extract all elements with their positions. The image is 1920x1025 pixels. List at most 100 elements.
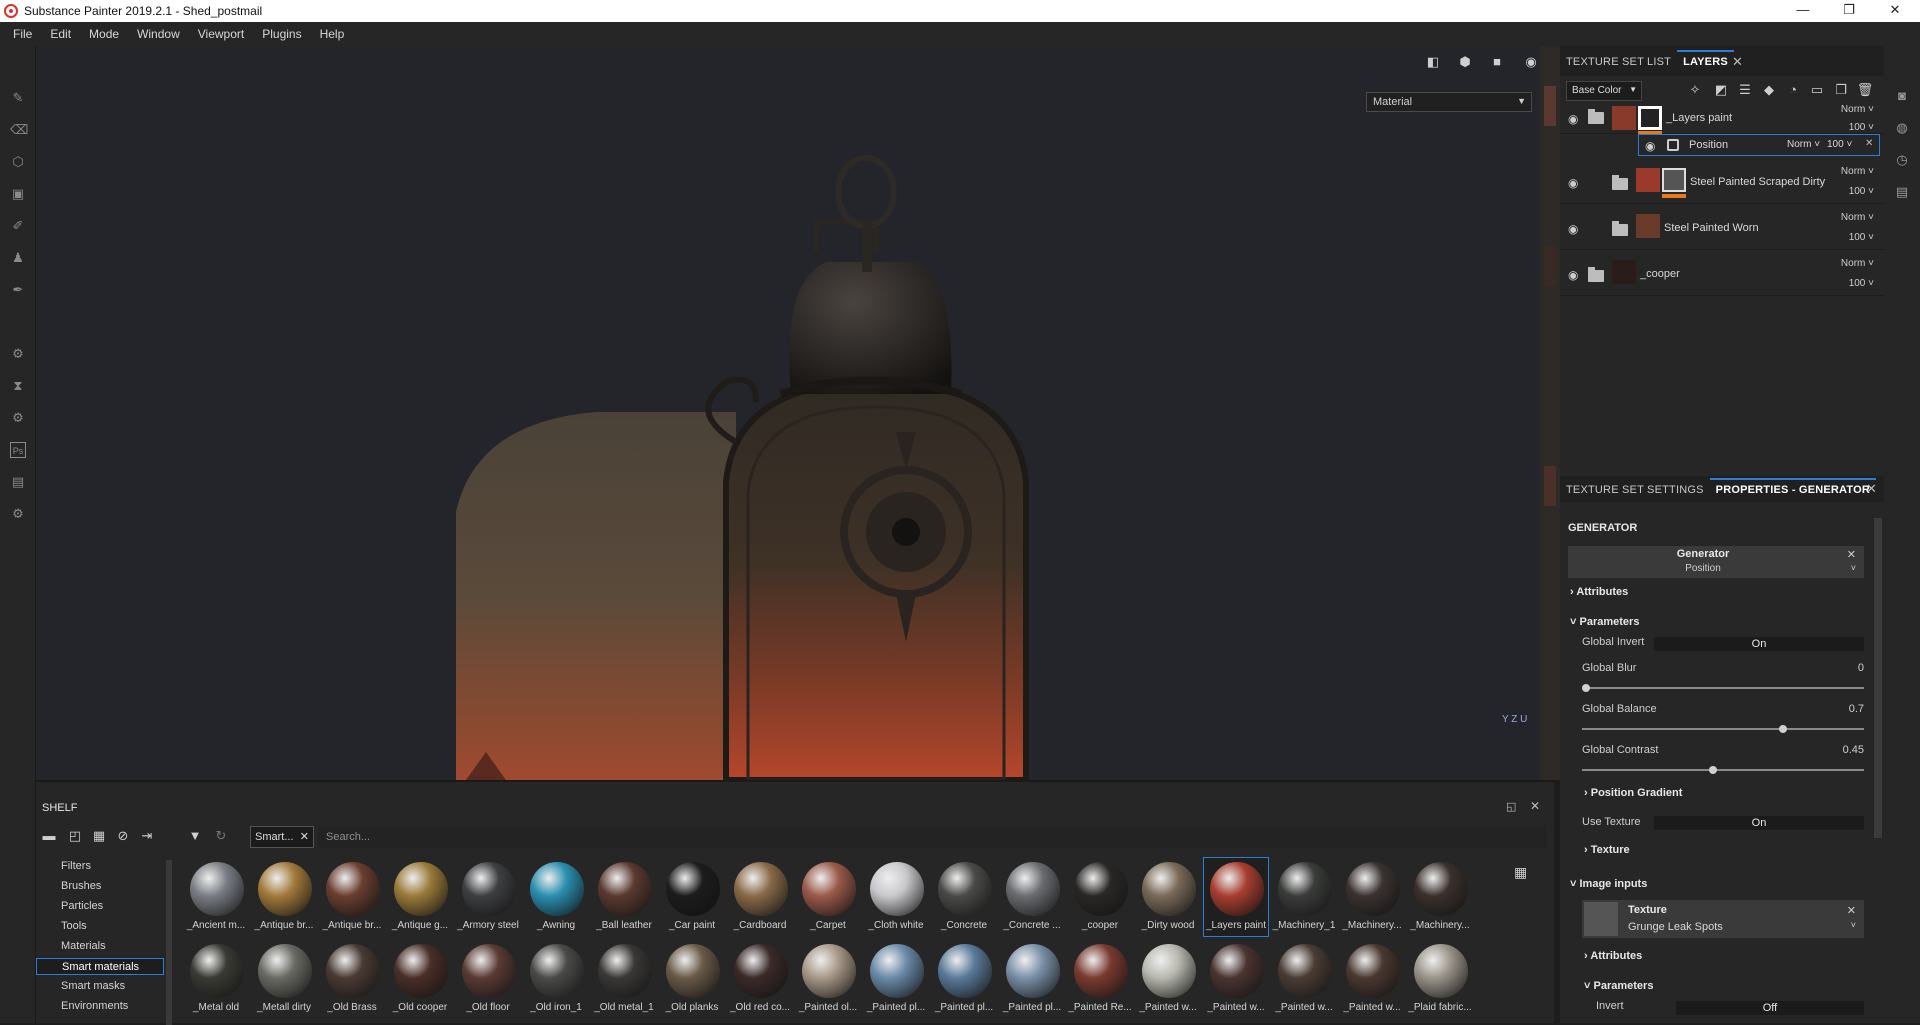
settings-icon[interactable]: ⚙ <box>10 410 26 426</box>
category-environments[interactable]: Environments <box>36 998 164 1015</box>
shelf-item[interactable]: _Old Brass <box>320 940 384 1018</box>
smudge-icon[interactable]: ✐ <box>10 218 26 234</box>
shelf-item[interactable]: _Old iron_1 <box>524 940 588 1018</box>
image-inputs-toggle[interactable]: ˅ Image inputs <box>1570 878 1894 890</box>
use-texture-toggle[interactable]: On <box>1654 816 1864 830</box>
eye-icon[interactable]: ◉ <box>1568 176 1584 190</box>
global-invert-toggle[interactable]: On <box>1654 637 1864 651</box>
projection-icon[interactable]: ⬡ <box>10 154 26 170</box>
shelf-item[interactable]: _Metal old <box>184 940 248 1018</box>
shelf-item[interactable]: _Ancient m... <box>184 858 248 936</box>
layer-blend-mode[interactable]: Norm ˅ <box>1841 212 1874 223</box>
chevron-down-icon[interactable]: ˅ <box>1851 563 1856 573</box>
category-smart-materials[interactable]: Smart materials <box>36 958 164 975</box>
shelf-item[interactable]: _Painted w... <box>1204 940 1268 1018</box>
global-blur-value[interactable]: 0 <box>1840 662 1864 674</box>
shelf-item[interactable]: _Painted Re... <box>1068 940 1132 1018</box>
view-cube-icon[interactable]: ⬢ <box>1454 54 1476 74</box>
history-icon[interactable]: ◷ <box>1894 152 1910 168</box>
layer-opacity[interactable]: 100 ˅ <box>1849 186 1874 197</box>
layer-opacity[interactable]: 100 ˅ <box>1849 232 1874 243</box>
close-icon[interactable]: ✕ <box>1847 904 1856 917</box>
menu-file[interactable]: File <box>4 27 41 41</box>
close-icon[interactable]: ✕ <box>300 830 309 843</box>
layer-opacity[interactable]: 100 ˅ <box>1827 139 1852 150</box>
shelf-item[interactable]: _Cloth white <box>864 858 928 936</box>
shelf-item[interactable]: _Concrete ... <box>1000 858 1064 936</box>
shelf-search-input[interactable]: Search... <box>318 826 1546 848</box>
screenshot-icon[interactable]: ◉ <box>1520 54 1540 74</box>
category-particles[interactable]: Particles <box>36 898 164 915</box>
attributes2-toggle[interactable]: › Attributes <box>1584 950 1908 962</box>
export-icon[interactable]: ▤ <box>10 474 26 490</box>
camera-icon[interactable]: ■ <box>1486 54 1508 74</box>
menu-edit[interactable]: Edit <box>41 27 80 41</box>
eye-icon[interactable]: ◉ <box>1568 268 1584 282</box>
categories-scrollbar[interactable] <box>166 860 172 1025</box>
eye-icon[interactable]: ◉ <box>1568 112 1584 126</box>
polygon-fill-icon[interactable]: ▣ <box>10 186 26 202</box>
eraser-icon[interactable]: ⌫ <box>10 122 28 138</box>
global-contrast-slider[interactable] <box>1582 766 1864 774</box>
shelf-item[interactable]: _Machinery... <box>1408 858 1472 936</box>
viewport-3d[interactable]: ◧ ⬢ ■ ◉ Material ▼ Y Z U <box>36 46 1540 780</box>
shelf-item[interactable]: _Antique g... <box>388 858 452 936</box>
category-filters[interactable]: Filters <box>36 858 164 875</box>
parameters-toggle[interactable]: ˅ Parameters <box>1570 616 1894 628</box>
save-icon[interactable]: ▦ <box>90 828 108 846</box>
grid-view-icon[interactable]: ▦ <box>1514 864 1530 880</box>
image-input-texture[interactable]: Texture Grunge Leak Spots ✕ ˅ <box>1582 900 1864 938</box>
shelf-item[interactable]: _Old red co... <box>728 940 792 1018</box>
shelf-item[interactable]: _Painted w... <box>1272 940 1336 1018</box>
minimize-button[interactable]: — <box>1780 0 1826 22</box>
layer-row-steel-painted-worn[interactable]: ◉ Steel Painted Worn Norm ˅ 100 ˅ <box>1560 204 1884 250</box>
new-item-icon[interactable]: ◰ <box>66 828 84 846</box>
shelf-item[interactable]: _Antique br... <box>320 858 384 936</box>
category-smart-masks[interactable]: Smart masks <box>36 978 164 995</box>
shelf-item[interactable]: _Antique br... <box>252 858 316 936</box>
parameters2-toggle[interactable]: ˅ Parameters <box>1584 980 1908 992</box>
layer-row-position[interactable]: ◉ Position Norm ˅ 100 ˅ ✕ <box>1638 134 1880 156</box>
slider-handle[interactable] <box>1708 766 1717 774</box>
layer-row-cooper[interactable]: ◉ _cooper Norm ˅ 100 ˅ <box>1560 250 1884 296</box>
shelf-item[interactable]: _Old metal_1 <box>592 940 656 1018</box>
close-icon[interactable]: ✕ <box>1732 54 1743 70</box>
layer-row-layers-paint[interactable]: ◉ _Layers paint Norm ˅ 100 ˅ <box>1560 98 1884 135</box>
refresh-icon[interactable]: ↻ <box>212 828 230 846</box>
clone-stamp-icon[interactable]: ♟ <box>10 250 26 266</box>
close-icon[interactable]: ✕ <box>1530 799 1540 813</box>
shelf-item[interactable]: _Concrete <box>932 858 996 936</box>
shelf-item[interactable]: _Awning <box>524 858 588 936</box>
slider-handle[interactable] <box>1582 684 1590 692</box>
shelf-item[interactable]: _Carpet <box>796 858 860 936</box>
viewer-settings-icon[interactable]: ◙ <box>1894 88 1910 104</box>
hourglass-icon[interactable]: ⧗ <box>10 378 26 394</box>
bake-icon[interactable]: ⚙ <box>10 346 26 362</box>
shelf-item[interactable]: _Painted w... <box>1340 940 1404 1018</box>
menu-window[interactable]: Window <box>128 27 189 41</box>
shelf-item[interactable]: _Painted ol... <box>796 940 860 1018</box>
eye-icon[interactable]: ◉ <box>1568 222 1584 236</box>
generator-selector[interactable]: Generator Position ✕ ˅ <box>1568 546 1864 578</box>
close-icon[interactable]: ✕ <box>1865 138 1873 149</box>
position-gradient-toggle[interactable]: › Position Gradient <box>1584 787 1908 799</box>
maximize-button[interactable]: ❐ <box>1826 0 1872 22</box>
close-icon[interactable]: ✕ <box>1847 548 1856 561</box>
filter-icon[interactable]: ▼ <box>186 828 204 846</box>
color-picker-icon[interactable]: ✒ <box>10 282 26 298</box>
menu-plugins[interactable]: Plugins <box>253 27 310 41</box>
shelf-item[interactable]: _Painted pl... <box>1000 940 1064 1018</box>
global-balance-slider[interactable] <box>1582 725 1864 733</box>
paint-brush-icon[interactable]: ✎ <box>10 90 26 106</box>
shelf-item[interactable]: _Armory steel <box>456 858 520 936</box>
layer-blend-mode[interactable]: Norm ˅ <box>1841 104 1874 115</box>
layer-blend-mode[interactable]: Norm ˅ <box>1787 139 1820 150</box>
layer-blend-mode[interactable]: Norm ˅ <box>1841 166 1874 177</box>
chevron-down-icon[interactable]: ˅ <box>1851 920 1856 930</box>
shelf-item[interactable]: _Ball leather <box>592 858 656 936</box>
slider-handle[interactable] <box>1779 725 1788 733</box>
log-icon[interactable]: ▤ <box>1894 184 1910 200</box>
shelf-item[interactable]: _Layers paint <box>1203 857 1269 937</box>
shelf-item[interactable]: _Car paint <box>660 858 724 936</box>
layer-opacity[interactable]: 100 ˅ <box>1849 278 1874 289</box>
